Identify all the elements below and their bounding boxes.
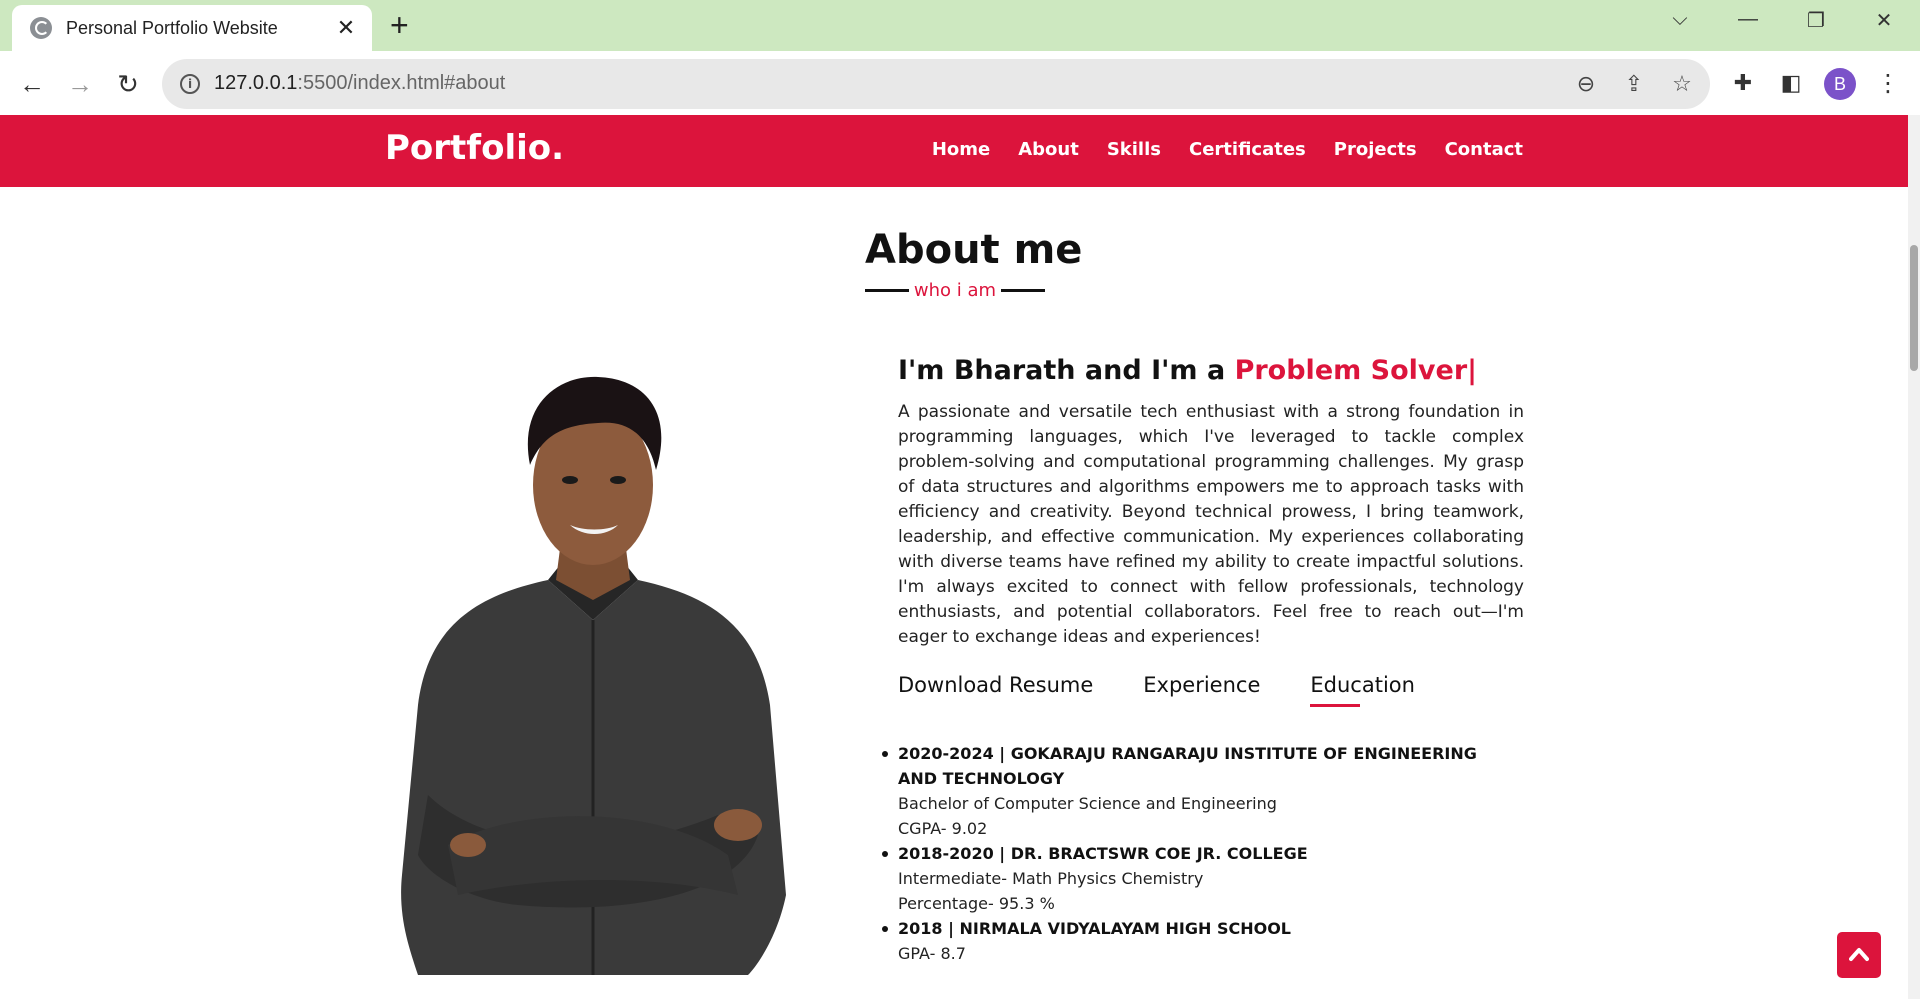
browser-toolbar: ← → ↻ i 127.0.0.1:5500/index.html#about …	[0, 51, 1920, 115]
tab-title: Personal Portfolio Website	[66, 17, 278, 38]
about-paragraph: A passionate and versatile tech enthusia…	[898, 402, 1524, 647]
divider-left	[865, 289, 909, 292]
scroll-to-top-button[interactable]	[1837, 932, 1881, 978]
back-button[interactable]: ←	[12, 64, 52, 104]
typed-role: Problem Solver|	[1234, 355, 1477, 386]
subtitle-text: who i am	[913, 280, 997, 301]
close-window-button[interactable]: ✕	[1864, 8, 1904, 33]
chevron-up-icon	[1849, 948, 1869, 961]
url-text[interactable]: 127.0.0.1:5500/index.html#about	[214, 72, 505, 95]
nav-about[interactable]: About	[1018, 139, 1079, 160]
profile-avatar[interactable]: B	[1824, 68, 1856, 100]
forward-button[interactable]: →	[60, 64, 100, 104]
site-logo[interactable]: Portfolio.	[385, 128, 564, 168]
tab-download-resume[interactable]: Download Resume	[898, 673, 1093, 697]
tab-education[interactable]: Education	[1310, 673, 1415, 707]
about-tabs: Download Resume Experience Education	[898, 673, 1465, 707]
list-item: 2018 | NIRMALA VIDYALAYAM HIGH SCHOOL GP…	[882, 916, 1498, 966]
zoom-out-icon[interactable]: ⊖	[1571, 69, 1601, 99]
restore-button[interactable]: ❐	[1796, 8, 1836, 33]
extensions-icon[interactable]: ✚	[1727, 67, 1759, 99]
reload-button[interactable]: ↻	[108, 64, 148, 104]
nav-projects[interactable]: Projects	[1334, 139, 1417, 160]
webpage: Portfolio. Home About Skills Certificate…	[0, 115, 1908, 999]
share-icon[interactable]: ⇪	[1619, 69, 1649, 99]
nav-skills[interactable]: Skills	[1107, 139, 1161, 160]
globe-icon	[30, 17, 52, 39]
headline: I'm Bharath and I'm a Problem Solver|	[898, 355, 1477, 386]
nav-menu: Home About Skills Certificates Projects …	[932, 139, 1523, 160]
list-item: 2020-2024 | GOKARAJU RANGARAJU INSTITUTE…	[882, 741, 1498, 841]
section-title: About me	[865, 227, 1083, 273]
minimize-button[interactable]: —	[1728, 8, 1768, 31]
new-tab-button[interactable]: +	[390, 9, 409, 41]
site-navbar: Portfolio. Home About Skills Certificate…	[0, 115, 1908, 187]
profile-photo	[401, 376, 786, 975]
section-subtitle: who i am	[865, 280, 1045, 301]
tab-experience[interactable]: Experience	[1143, 673, 1260, 697]
page-scrollbar[interactable]	[1908, 115, 1920, 999]
close-tab-icon[interactable]: ✕	[334, 15, 358, 41]
bookmark-star-icon[interactable]: ☆	[1667, 69, 1697, 99]
nav-contact[interactable]: Contact	[1445, 139, 1523, 160]
scrollbar-thumb[interactable]	[1910, 245, 1918, 371]
browser-tab[interactable]: Personal Portfolio Website ✕	[12, 5, 372, 51]
nav-certificates[interactable]: Certificates	[1189, 139, 1306, 160]
browser-menu-icon[interactable]: ⋮	[1876, 67, 1900, 101]
tab-search-icon[interactable]: ⌵	[1660, 8, 1700, 31]
about-content: I'm Bharath and I'm a Problem Solver| A …	[898, 355, 1524, 650]
browser-tab-strip: Personal Portfolio Website ✕ + ⌵ — ❐ ✕	[0, 0, 1920, 51]
nav-home[interactable]: Home	[932, 139, 990, 160]
side-panel-icon[interactable]: ◧	[1775, 67, 1807, 99]
site-info-icon[interactable]: i	[180, 74, 200, 94]
education-list: 2020-2024 | GOKARAJU RANGARAJU INSTITUTE…	[882, 741, 1498, 966]
address-bar[interactable]: i 127.0.0.1:5500/index.html#about ⊖ ⇪ ☆	[162, 59, 1710, 109]
divider-right	[1001, 289, 1045, 292]
list-item: 2018-2020 | DR. BRACTSWR COE JR. COLLEGE…	[882, 841, 1498, 916]
